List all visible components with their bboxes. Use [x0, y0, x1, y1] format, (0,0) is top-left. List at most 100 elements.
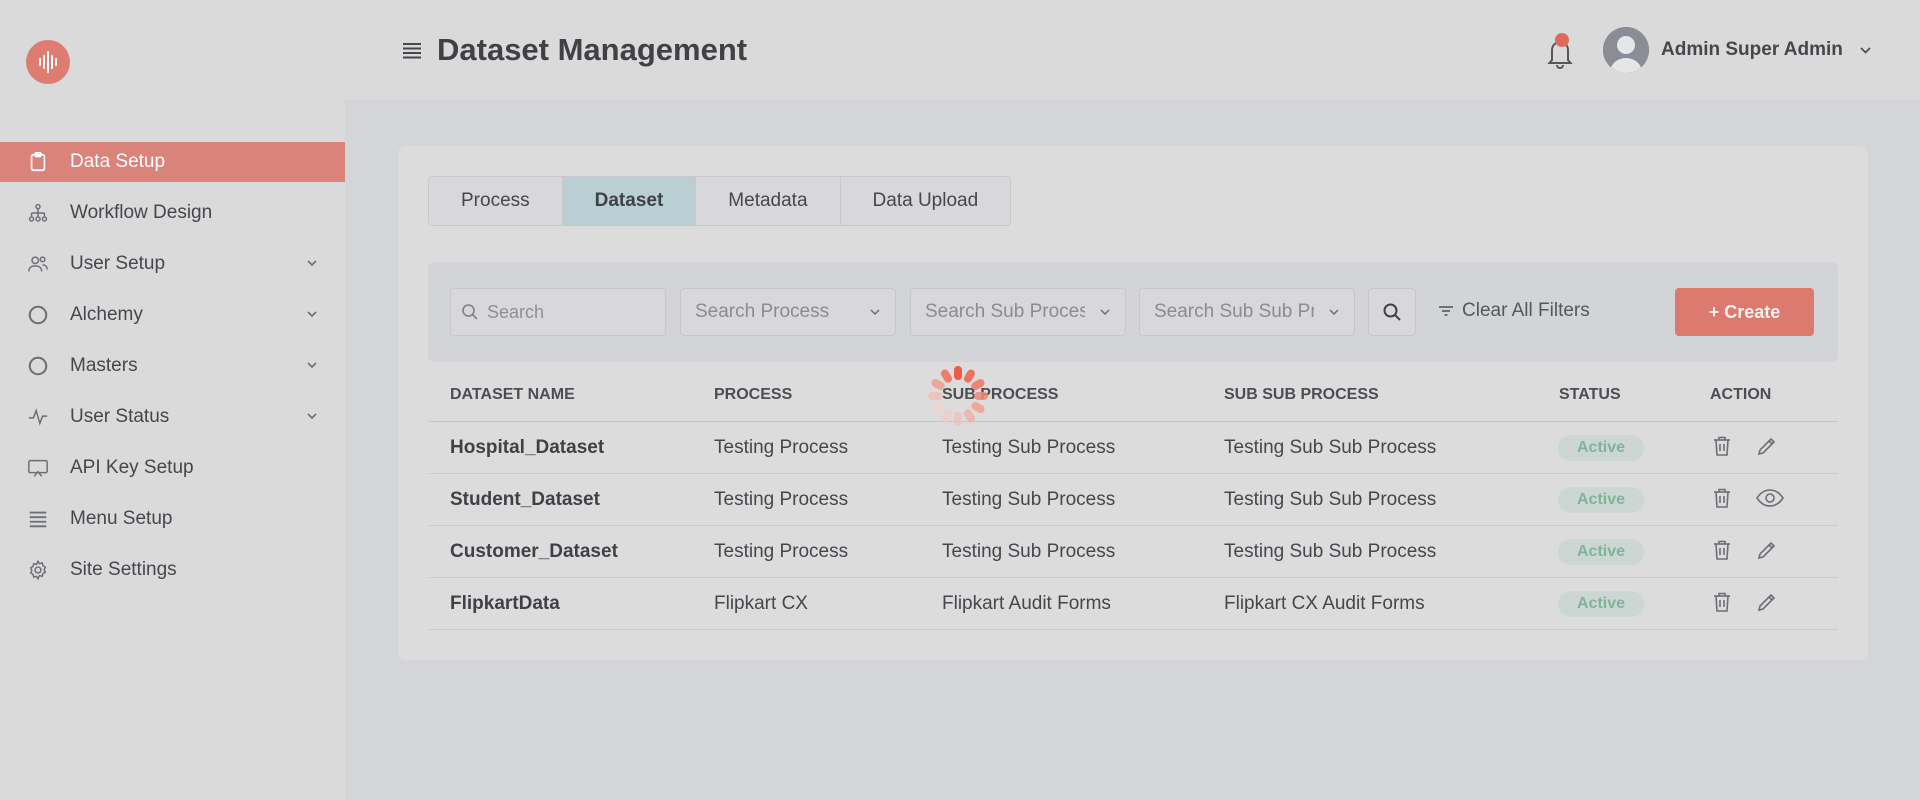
process-cell: Testing Process: [714, 437, 849, 458]
list-icon: [26, 507, 50, 531]
status-badge: Active: [1558, 591, 1644, 617]
app-logo[interactable]: [26, 40, 70, 84]
clear-all-filters-button[interactable]: Clear All Filters: [1438, 300, 1590, 322]
sidebar: Data Setup Workflow Design User Setup Al…: [0, 0, 345, 800]
tab-data-upload[interactable]: Data Upload: [840, 177, 1011, 225]
edit-button[interactable]: [1755, 590, 1779, 616]
user-name[interactable]: Admin Super Admin: [1661, 39, 1843, 61]
chevron-down-icon: [307, 260, 317, 267]
dataset-name-cell: FlipkartData: [450, 593, 560, 614]
status-badge: Active: [1558, 435, 1644, 461]
pencil-icon: [1757, 541, 1776, 560]
sidebar-item-site-settings[interactable]: Site Settings: [0, 550, 345, 590]
sub-sub-process-cell: Testing Sub Sub Process: [1224, 437, 1437, 458]
trash-icon: [1714, 592, 1730, 612]
sidebar-item-label: Site Settings: [70, 559, 177, 580]
monitor-icon: [26, 456, 50, 480]
edit-button[interactable]: [1755, 434, 1779, 460]
sub-process-select-placeholder: Search Sub Process: [925, 301, 1085, 322]
sub-sub-process-cell: Flipkart CX Audit Forms: [1224, 593, 1425, 614]
users-icon: [26, 252, 50, 276]
tab-dataset[interactable]: Dataset: [562, 177, 697, 225]
column-header-sub-sub-process[interactable]: SUB SUB PROCESS: [1224, 386, 1379, 404]
pencil-icon: [1757, 437, 1776, 456]
column-header-status[interactable]: STATUS: [1559, 386, 1621, 404]
column-header-action: ACTION: [1710, 386, 1772, 403]
process-select[interactable]: Search Process: [680, 288, 896, 336]
search-icon: [462, 304, 478, 320]
sidebar-item-label: Menu Setup: [70, 508, 173, 529]
hamburger-menu-icon[interactable]: [401, 40, 423, 60]
delete-button[interactable]: [1710, 590, 1734, 616]
page-title: Dataset Management: [437, 32, 748, 67]
dataset-card: Process Dataset Metadata Data Upload Sea…: [398, 146, 1868, 660]
column-header-process[interactable]: PROCESS: [714, 386, 792, 404]
sub-sub-process-cell: Testing Sub Sub Process: [1224, 541, 1437, 562]
sidebar-nav: Data Setup Workflow Design User Setup Al…: [0, 142, 345, 601]
trash-icon: [1714, 488, 1730, 508]
view-button[interactable]: [1755, 486, 1785, 512]
sidebar-item-api-key-setup[interactable]: API Key Setup: [0, 448, 345, 488]
sub-sub-process-select[interactable]: Search Sub Sub Process: [1139, 288, 1355, 336]
dataset-name-cell: Student_Dataset: [450, 489, 600, 510]
sidebar-item-label: Alchemy: [70, 304, 143, 325]
gear-icon: [26, 558, 50, 582]
clipboard-icon: [26, 150, 50, 174]
circle-icon: [26, 354, 50, 378]
pencil-icon: [1757, 593, 1776, 612]
process-cell: Testing Process: [714, 541, 849, 562]
filter-icon: [1439, 306, 1453, 316]
table-header: DATASET NAME PROCESS SUB PROCESS SUB SUB…: [428, 366, 1838, 422]
tab-metadata[interactable]: Metadata: [696, 177, 841, 225]
sidebar-item-data-setup[interactable]: Data Setup: [0, 142, 345, 182]
sidebar-item-label: Masters: [70, 355, 138, 376]
table-row: FlipkartData Flipkart CX Flipkart Audit …: [428, 578, 1838, 630]
trash-icon: [1714, 540, 1730, 560]
tab-bar: Process Dataset Metadata Data Upload: [428, 176, 1012, 226]
sidebar-item-user-status[interactable]: User Status: [0, 397, 345, 437]
sidebar-item-label: Workflow Design: [70, 202, 213, 223]
sidebar-item-workflow-design[interactable]: Workflow Design: [0, 193, 345, 233]
search-button[interactable]: [1368, 288, 1416, 336]
dataset-name-cell: Customer_Dataset: [450, 541, 618, 562]
status-badge: Active: [1558, 487, 1644, 513]
sub-process-select[interactable]: Search Sub Process: [910, 288, 1126, 336]
filter-bar: Search Search Process Search Sub Process…: [428, 262, 1838, 362]
chevron-down-icon: [307, 413, 317, 420]
chevron-down-icon: [1100, 309, 1110, 316]
create-button[interactable]: + Create: [1675, 288, 1814, 336]
clear-all-filters-label: Clear All Filters: [1462, 300, 1590, 321]
table-row: Student_Dataset Testing Process Testing …: [428, 474, 1838, 526]
loading-spinner-icon: [928, 366, 988, 426]
notification-dot: [1555, 33, 1569, 47]
sub-process-cell: Testing Sub Process: [942, 437, 1116, 458]
sidebar-item-user-setup[interactable]: User Setup: [0, 244, 345, 284]
avatar[interactable]: [1603, 27, 1649, 73]
top-header: Dataset Management Admin Super Admin: [345, 0, 1920, 100]
tab-process[interactable]: Process: [429, 177, 563, 225]
delete-button[interactable]: [1710, 538, 1734, 564]
sidebar-item-label: API Key Setup: [70, 457, 194, 478]
sidebar-item-menu-setup[interactable]: Menu Setup: [0, 499, 345, 539]
sidebar-item-label: User Status: [70, 406, 170, 427]
column-header-dataset-name[interactable]: DATASET NAME: [450, 386, 575, 404]
chevron-down-icon: [1329, 309, 1339, 316]
delete-button[interactable]: [1710, 434, 1734, 460]
eye-icon: [1756, 489, 1784, 507]
sidebar-item-label: Data Setup: [70, 151, 166, 172]
circle-icon: [26, 303, 50, 327]
chevron-down-icon[interactable]: [1859, 44, 1872, 57]
sub-sub-process-cell: Testing Sub Sub Process: [1224, 489, 1437, 510]
sub-process-cell: Testing Sub Process: [942, 489, 1116, 510]
process-select-placeholder: Search Process: [695, 301, 830, 322]
sidebar-item-masters[interactable]: Masters: [0, 346, 345, 386]
delete-button[interactable]: [1710, 486, 1734, 512]
hierarchy-icon: [26, 201, 50, 225]
soundwave-icon: [39, 51, 57, 73]
chevron-down-icon: [870, 309, 880, 316]
sidebar-item-alchemy[interactable]: Alchemy: [0, 295, 345, 335]
search-input[interactable]: Search: [450, 288, 666, 336]
chevron-down-icon: [307, 362, 317, 369]
edit-button[interactable]: [1755, 538, 1779, 564]
status-badge: Active: [1558, 539, 1644, 565]
